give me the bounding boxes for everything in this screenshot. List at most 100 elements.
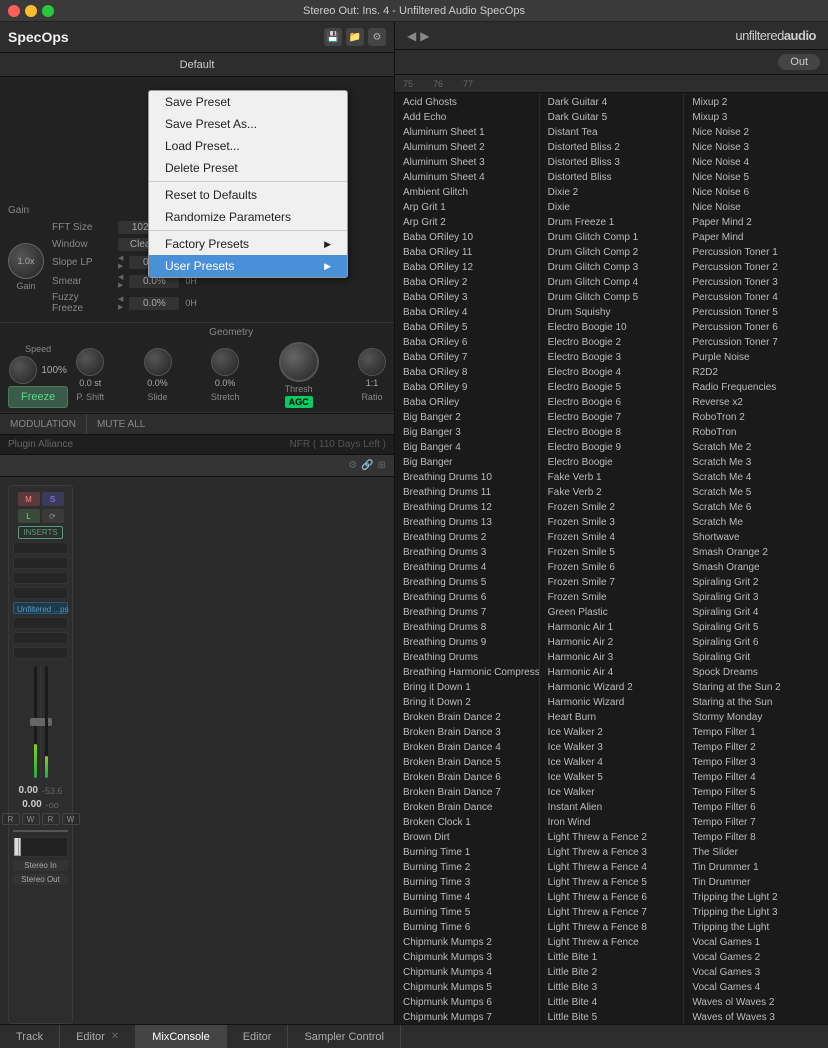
preset-item[interactable]: Electro Boogie 2 [540,335,684,350]
preset-item[interactable]: Dark Guitar 4 [540,95,684,110]
preset-item[interactable]: Electro Boogie 6 [540,395,684,410]
preset-item[interactable]: Dixie [540,200,684,215]
preset-item[interactable]: Baba ORiley 5 [395,320,539,335]
menu-save-preset-as[interactable]: Save Preset As... [149,113,347,135]
preset-item[interactable]: Mixup 2 [684,95,828,110]
preset-item[interactable]: Vocal Games 3 [684,965,828,980]
preset-item[interactable]: Spiraling Grit 4 [684,605,828,620]
slope-arrows[interactable]: ◀▶ [118,254,123,270]
preset-item[interactable]: Breathing Drums 12 [395,500,539,515]
preset-item[interactable]: Baba ORiley 6 [395,335,539,350]
preset-item[interactable]: Distorted Bliss 2 [540,140,684,155]
preset-item[interactable]: Light Threw a Fence 3 [540,845,684,860]
preset-item[interactable]: Percussion Toner 6 [684,320,828,335]
preset-item[interactable]: Nice Noise 6 [684,185,828,200]
preset-item[interactable]: Iron Wind [540,815,684,830]
preset-item[interactable]: Nice Noise 2 [684,125,828,140]
preset-item[interactable]: Distorted Bliss [540,170,684,185]
preset-item[interactable]: Light Threw a Fence 5 [540,875,684,890]
preset-item[interactable]: Tempo Filter 5 [684,785,828,800]
fuzzy-arrows[interactable]: ◀▶ [118,295,123,311]
preset-item[interactable]: Big Banger 3 [395,425,539,440]
preset-item[interactable]: Staring at the Sun 2 [684,680,828,695]
preset-item[interactable]: Light Threw a Fence 8 [540,920,684,935]
preset-item[interactable]: Light Threw a Fence 7 [540,905,684,920]
preset-item[interactable]: Scratch Me 4 [684,470,828,485]
preset-item[interactable]: Bring it Down 1 [395,680,539,695]
smear-arrows[interactable]: ◀▶ [118,273,123,289]
preset-item[interactable]: Scratch Me 6 [684,500,828,515]
menu-save-preset[interactable]: Save Preset [149,91,347,113]
preset-item[interactable]: Electro Boogie 5 [540,380,684,395]
preset-item[interactable]: Ice Walker 2 [540,725,684,740]
menu-reset-defaults[interactable]: Reset to Defaults [149,184,347,206]
preset-item[interactable]: Dark Guitar 5 [540,110,684,125]
preset-item[interactable]: Harmonic Air 2 [540,635,684,650]
preset-item[interactable]: Burning Time 6 [395,920,539,935]
stretch-knob[interactable] [211,348,239,376]
write-button-2[interactable]: W [62,813,80,825]
preset-item[interactable]: Broken Brain Dance 7 [395,785,539,800]
preset-item[interactable]: Bring it Down 2 [395,695,539,710]
maximize-button[interactable] [42,5,54,17]
forward-nav-icon[interactable]: ▶ [420,29,429,43]
preset-item[interactable]: Ice Walker 3 [540,740,684,755]
mini-keyboard[interactable] [13,837,68,857]
preset-item[interactable]: Baba ORiley 12 [395,260,539,275]
preset-item[interactable]: Breathing Drums 13 [395,515,539,530]
preset-item[interactable]: Green Plastic [540,605,684,620]
preset-item[interactable]: Big Banger 2 [395,410,539,425]
preset-item[interactable]: Little Bite 4 [540,995,684,1010]
preset-item[interactable]: Drum Glitch Comp 5 [540,290,684,305]
preset-item[interactable]: Baba ORiley 8 [395,365,539,380]
back-nav-icon[interactable]: ◀ [407,29,416,43]
menu-delete-preset[interactable]: Delete Preset [149,157,347,179]
preset-item[interactable]: Ice Walker 4 [540,755,684,770]
preset-item[interactable]: Drum Glitch Comp 4 [540,275,684,290]
preset-item[interactable]: Tin Drummer 1 [684,860,828,875]
preset-item[interactable]: Light Threw a Fence 2 [540,830,684,845]
menu-user-presets[interactable]: User Presets [149,255,347,277]
preset-item[interactable]: Distorted Bliss 3 [540,155,684,170]
preset-item[interactable]: Drum Glitch Comp 3 [540,260,684,275]
preset-item[interactable]: Arp Grit 2 [395,215,539,230]
preset-item[interactable]: Add Echo [395,110,539,125]
slide-knob[interactable] [144,348,172,376]
preset-item[interactable]: Baba ORiley 7 [395,350,539,365]
preset-item[interactable]: Harmonic Wizard 2 [540,680,684,695]
mute-button[interactable]: M [18,492,40,506]
preset-item[interactable]: Little Bite 2 [540,965,684,980]
preset-item[interactable]: Frozen Smile 5 [540,545,684,560]
preset-item[interactable]: Tin Drummer [684,875,828,890]
preset-item[interactable]: Breathing Drums 6 [395,590,539,605]
preset-item[interactable]: Big Banger [395,455,539,470]
preset-item[interactable]: Chipmunk Mumps 7 [395,1010,539,1024]
preset-item[interactable]: Burning Time 1 [395,845,539,860]
preset-item[interactable]: RoboTron 2 [684,410,828,425]
preset-item[interactable]: Breathing Drums 3 [395,545,539,560]
preset-item[interactable]: Frozen Smile 4 [540,530,684,545]
preset-item[interactable]: R2D2 [684,365,828,380]
menu-factory-presets[interactable]: Factory Presets [149,233,347,255]
preset-item[interactable]: Baba ORiley [395,395,539,410]
preset-item[interactable]: Spiraling Grit 2 [684,575,828,590]
preset-item[interactable]: Electro Boogie [540,455,684,470]
close-button[interactable] [8,5,20,17]
preset-item[interactable]: Tempo Filter 7 [684,815,828,830]
preset-item[interactable]: Aluminum Sheet 3 [395,155,539,170]
preset-item[interactable]: Breathing Drums 11 [395,485,539,500]
preset-item[interactable]: Percussion Toner 2 [684,260,828,275]
solo-button[interactable]: S [42,492,64,506]
preset-item[interactable]: Baba ORiley 3 [395,290,539,305]
tab-track[interactable]: Track [0,1025,60,1048]
preset-item[interactable]: Chipmunk Mumps 4 [395,965,539,980]
preset-item[interactable]: Tempo Filter 3 [684,755,828,770]
preset-item[interactable]: Breathing Drums [395,650,539,665]
preset-item[interactable]: Electro Boogie 7 [540,410,684,425]
preset-item[interactable]: Dixie 2 [540,185,684,200]
speed-knob[interactable] [9,356,37,384]
preset-item[interactable]: Vocal Games 2 [684,950,828,965]
preset-item[interactable]: Burning Time 3 [395,875,539,890]
tab-editor-2[interactable]: Editor [227,1025,289,1048]
preset-item[interactable]: Smash Orange 2 [684,545,828,560]
